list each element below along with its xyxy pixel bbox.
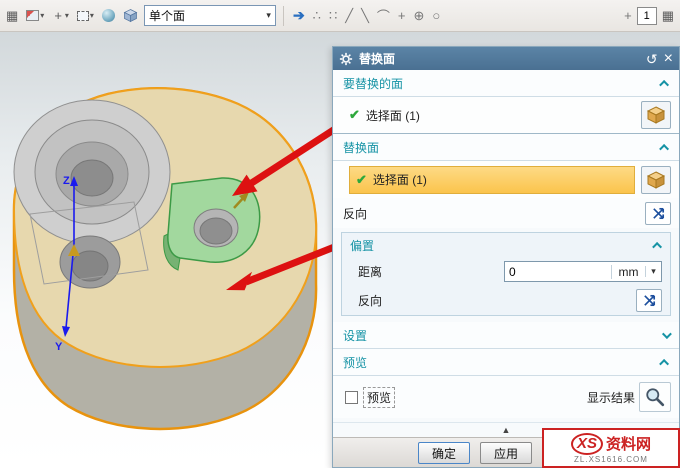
reverse-label: 反向 xyxy=(358,292,636,309)
forward-arrow-icon[interactable]: ➔ xyxy=(291,6,307,25)
caret-down-icon: ▾ xyxy=(90,11,94,20)
watermark-logo: XS xyxy=(571,433,603,455)
cube-icon xyxy=(646,105,666,125)
snap-line2-icon[interactable]: ╲ xyxy=(359,7,371,25)
section-preview[interactable]: 预览 xyxy=(333,349,679,376)
face-select-button[interactable] xyxy=(641,101,671,129)
snap-grid-icon[interactable]: ∷ xyxy=(327,7,339,25)
offset-reverse-button[interactable] xyxy=(636,289,662,312)
dialog-title-bar[interactable]: 替换面 ↺ × xyxy=(333,47,679,70)
watermark: XS 资料网 ZL.XS1616.COM xyxy=(542,428,680,468)
application-window: ▦ ▾ + ▾ ▾ 单个面 ▾ ➔ ∴ ∷ xyxy=(0,0,680,468)
point-tool-button[interactable]: + ▾ xyxy=(50,5,71,26)
watermark-url: ZL.XS1616.COM xyxy=(574,455,648,464)
gear-icon xyxy=(339,52,353,66)
point-tool-icon: + xyxy=(52,7,64,24)
cube-icon xyxy=(646,170,666,190)
sphere-display-button[interactable] xyxy=(100,7,117,24)
section-settings[interactable]: 设置 xyxy=(333,322,679,349)
apply-button[interactable]: 应用 xyxy=(480,442,532,464)
count-input[interactable] xyxy=(637,7,657,25)
snap-cross-icon[interactable]: + xyxy=(396,7,408,24)
show-result-group: 显示结果 xyxy=(587,382,671,412)
show-result-button[interactable] xyxy=(639,382,671,412)
caret-down-icon: ▾ xyxy=(65,11,69,20)
ok-button[interactable]: 确定 xyxy=(418,442,470,464)
watermark-site-name: 资料网 xyxy=(606,433,651,454)
dialog-title: 替换面 xyxy=(359,50,640,67)
marquee-select-button[interactable]: ▾ xyxy=(75,9,96,23)
distance-label: 距离 xyxy=(358,263,504,280)
top-toolbar: ▦ ▾ + ▾ ▾ 单个面 ▾ ➔ ∴ ∷ xyxy=(0,0,680,32)
snap-line-icon[interactable]: ╱ xyxy=(343,7,355,25)
snap-circle-icon[interactable]: ○ xyxy=(430,7,442,24)
collapse-up-icon: ▲ xyxy=(502,425,511,435)
offset-group: 偏置 距离 mm ▾ 反向 xyxy=(341,232,671,316)
face-rule-value: 单个面 xyxy=(149,7,262,24)
sphere-icon xyxy=(102,9,115,22)
active-selection-field[interactable]: ✔ 选择面 (1) xyxy=(349,166,635,194)
face-select-button[interactable] xyxy=(641,166,671,194)
section-faces-to-replace[interactable]: 要替换的面 xyxy=(333,70,679,97)
section-label: 要替换的面 xyxy=(343,75,662,92)
datum-plane-button[interactable]: ▾ xyxy=(24,8,46,23)
section-label: 设置 xyxy=(343,327,662,344)
plus-icon[interactable]: + xyxy=(622,7,634,24)
section-label: 替换面 xyxy=(343,139,662,156)
faces-to-replace-row: ✔ 选择面 (1) xyxy=(333,97,679,134)
toolbar-right-group: + ▦ xyxy=(622,7,676,25)
cube-display-button[interactable] xyxy=(121,6,140,25)
unit-label[interactable]: mm xyxy=(611,265,645,279)
replace-face-dialog: 替换面 ↺ × 要替换的面 ✔ 选择面 (1) 替换面 xyxy=(332,46,680,468)
distance-input[interactable] xyxy=(505,265,611,279)
section-label: 预览 xyxy=(343,354,662,371)
offset-reverse-row: 反向 xyxy=(342,286,670,315)
marquee-select-icon xyxy=(77,11,89,21)
replacement-face-row: ✔ 选择面 (1) xyxy=(333,161,679,198)
preview-checkbox-label[interactable]: 预览 xyxy=(363,387,395,408)
toolbar-separator xyxy=(283,6,284,26)
face-rule-select[interactable]: 单个面 ▾ xyxy=(144,5,276,26)
close-icon[interactable]: × xyxy=(664,51,673,67)
watermark-top: XS 资料网 xyxy=(571,433,651,455)
reverse-direction-row: 反向 xyxy=(333,198,679,228)
select-face-label: 选择面 (1) xyxy=(366,107,420,124)
grid-icon[interactable]: ▦ xyxy=(660,7,676,24)
reverse-arrows-icon xyxy=(651,206,666,221)
snap-quadrant-icon[interactable]: ⊕ xyxy=(412,7,427,25)
offset-group-header[interactable]: 偏置 xyxy=(342,233,670,257)
preview-row: 预览 显示结果 xyxy=(333,376,679,418)
caret-down-icon: ▾ xyxy=(266,10,271,21)
select-face-label: 选择面 (1) xyxy=(373,171,427,188)
reverse-arrows-icon xyxy=(642,293,657,308)
show-result-label: 显示结果 xyxy=(587,389,635,406)
caret-down-icon: ▾ xyxy=(40,11,44,20)
reset-icon[interactable]: ↺ xyxy=(646,52,658,66)
axis-z-label: Z xyxy=(63,175,70,187)
snap-points-icon[interactable]: ∴ xyxy=(311,7,323,25)
reverse-direction-button[interactable] xyxy=(645,202,671,225)
axis-y-label: Y xyxy=(55,341,63,353)
distance-input-group: mm ▾ xyxy=(504,261,662,282)
check-icon: ✔ xyxy=(349,107,360,123)
check-icon: ✔ xyxy=(356,172,367,188)
unit-caret-icon[interactable]: ▾ xyxy=(645,266,661,277)
menu-grid-icon[interactable]: ▦ xyxy=(4,7,20,24)
snap-arc-icon[interactable]: ⌒ xyxy=(375,5,392,26)
reverse-label: 反向 xyxy=(343,205,645,222)
offset-label: 偏置 xyxy=(350,237,655,254)
section-replacement-face[interactable]: 替换面 xyxy=(333,134,679,161)
chevron-down-icon xyxy=(662,329,672,339)
distance-row: 距离 mm ▾ xyxy=(342,257,670,286)
magnifier-icon xyxy=(645,387,665,407)
preview-checkbox[interactable] xyxy=(345,391,358,404)
cube-icon xyxy=(123,8,138,23)
datum-plane-icon xyxy=(26,10,39,21)
